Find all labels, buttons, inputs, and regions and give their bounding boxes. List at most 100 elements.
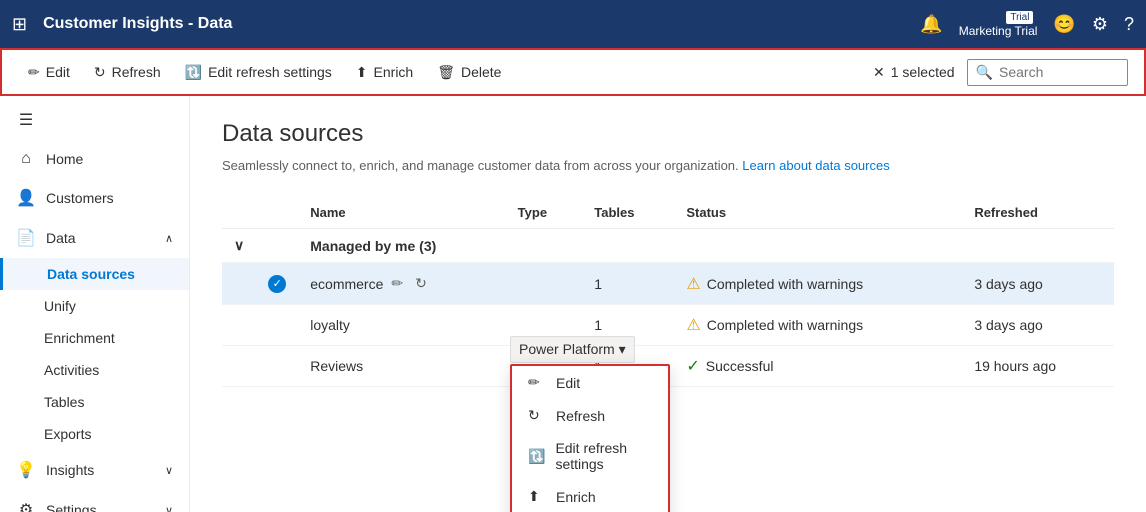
ctx-enrich-label: Enrich: [556, 489, 596, 505]
sidebar-item-activities[interactable]: Activities: [0, 354, 189, 386]
main-content: Data sources Seamlessly connect to, enri…: [190, 96, 1146, 512]
data-table: Name Type Tables Status Refreshed ∨ Mana…: [222, 197, 1114, 387]
check-icon: ✓: [268, 275, 286, 293]
col-status: Status: [674, 197, 962, 229]
delete-button[interactable]: 🗑 Delete: [427, 58, 511, 87]
grid-icon[interactable]: ⊞: [12, 14, 27, 35]
row3-expand: [222, 346, 256, 387]
home-icon: ⌂: [16, 150, 36, 168]
context-menu-edit-refresh-settings[interactable]: 🔃 Edit refresh settings: [512, 432, 668, 480]
refresh-icon: ↻: [94, 64, 106, 81]
sidebar-activities-label: Activities: [44, 362, 99, 378]
ctx-edit-refresh-label: Edit refresh settings: [555, 440, 652, 472]
edit-button[interactable]: ✏ Edit: [18, 58, 80, 87]
ctx-refresh-icon: ↻: [528, 407, 546, 424]
context-menu-container: Power Platform ▾ ✏ Edit ↻ Ref: [510, 336, 635, 363]
row2-name: loyalty: [298, 305, 505, 346]
sidebar-item-customers[interactable]: 👤 Customers: [0, 178, 189, 218]
search-input[interactable]: [999, 64, 1119, 80]
row3-refreshed: 19 hours ago: [962, 346, 1114, 387]
sidebar-data-label: Data: [46, 230, 76, 246]
context-menu-refresh[interactable]: ↻ Refresh: [512, 399, 668, 432]
settings-chevron-icon: ∨: [165, 504, 173, 512]
search-icon: 🔍: [976, 64, 993, 81]
context-menu-edit[interactable]: ✏ Edit: [512, 366, 668, 399]
sidebar-tables-label: Tables: [44, 394, 84, 410]
ctx-edit-icon: ✏: [528, 374, 546, 391]
ctx-refresh-label: Refresh: [556, 408, 605, 424]
context-menu-trigger[interactable]: Power Platform ▾: [510, 336, 635, 363]
sidebar-item-settings[interactable]: ⚙ Settings ∨: [0, 490, 189, 512]
table-row[interactable]: loyalty 1 ⚠ Completed with warnings 3 da…: [222, 305, 1114, 346]
col-name: Name: [298, 197, 505, 229]
sidebar-item-unify[interactable]: Unify: [0, 290, 189, 322]
ctx-enrich-icon: ⬆: [528, 488, 546, 505]
group-check-cell: [256, 229, 298, 263]
table-row[interactable]: ✓ ecommerce ✏ ↻ Power Platform ▾: [222, 263, 1114, 305]
row3-name: Reviews: [298, 346, 505, 387]
data-chevron-icon: ∧: [165, 232, 173, 245]
table-group-header: ∨ Managed by me (3): [222, 229, 1114, 263]
sidebar-customers-label: Customers: [46, 190, 114, 206]
toolbar: ✏ Edit ↻ Refresh 🔃 Edit refresh settings…: [0, 48, 1146, 96]
edit-label: Edit: [46, 64, 70, 80]
app-title: Customer Insights - Data: [43, 15, 912, 33]
customers-icon: 👤: [16, 188, 36, 208]
close-selected-icon[interactable]: ✕: [873, 64, 885, 81]
group-chevron-cell[interactable]: ∨: [222, 229, 256, 263]
trial-name: Marketing Trial: [959, 24, 1038, 38]
sidebar-item-data-sources[interactable]: Data sources: [0, 258, 189, 290]
row1-check[interactable]: ✓: [256, 263, 298, 305]
settings-icon[interactable]: ⚙: [1092, 14, 1108, 35]
row3-status: ✓ Successful: [674, 346, 962, 387]
col-check: [256, 197, 298, 229]
delete-icon: 🗑: [437, 64, 455, 81]
row1-tables: 1: [582, 263, 674, 305]
row2-check[interactable]: [256, 305, 298, 346]
col-expand: [222, 197, 256, 229]
sidebar-unify-label: Unify: [44, 298, 76, 314]
sidebar-item-insights[interactable]: 💡 Insights ∨: [0, 450, 189, 490]
sidebar-hamburger[interactable]: ☰: [0, 100, 189, 140]
enrich-button[interactable]: ⬆ Enrich: [346, 58, 423, 87]
toolbar-right: ✕ 1 selected 🔍: [873, 59, 1128, 86]
sidebar: ☰ ⌂ Home 👤 Customers 📄 Data ∧ Data sourc…: [0, 96, 190, 512]
ctx-edit-refresh-icon: 🔃: [528, 448, 545, 465]
sidebar-exports-label: Exports: [44, 426, 91, 442]
sidebar-item-tables[interactable]: Tables: [0, 386, 189, 418]
context-menu: ✏ Edit ↻ Refresh 🔃 Edit: [510, 364, 670, 512]
row3-check[interactable]: [256, 346, 298, 387]
selected-badge: ✕ 1 selected: [873, 64, 955, 81]
row2-status: ⚠ Completed with warnings: [674, 305, 962, 346]
sidebar-insights-label: Insights: [46, 462, 94, 478]
group-label: Managed by me (3): [298, 229, 1114, 263]
row2-expand: [222, 305, 256, 346]
refresh-button[interactable]: ↻ Refresh: [84, 58, 171, 87]
learn-more-link[interactable]: Learn about data sources: [742, 158, 889, 173]
help-icon[interactable]: ?: [1124, 14, 1134, 35]
context-menu-enrich[interactable]: ⬆ Enrich: [512, 480, 668, 512]
warning-icon-2: ⚠: [686, 315, 700, 335]
row1-expand: [222, 263, 256, 305]
row1-name: ecommerce ✏ ↻ Power Platform ▾ ✏: [298, 263, 505, 305]
sidebar-enrichment-label: Enrichment: [44, 330, 115, 346]
sidebar-item-data[interactable]: 📄 Data ∧: [0, 218, 189, 258]
row1-refresh-btn[interactable]: ↻: [411, 273, 431, 294]
top-nav: ⊞ Customer Insights - Data 🔔 Trial Marke…: [0, 0, 1146, 48]
sidebar-item-enrichment[interactable]: Enrichment: [0, 322, 189, 354]
edit-refresh-settings-label: Edit refresh settings: [208, 64, 332, 80]
sidebar-settings-label: Settings: [46, 502, 97, 512]
sidebar-item-exports[interactable]: Exports: [0, 418, 189, 450]
hamburger-icon: ☰: [16, 110, 36, 130]
sidebar-item-home[interactable]: ⌂ Home: [0, 140, 189, 178]
notification-icon[interactable]: 🔔: [920, 14, 942, 35]
ctx-edit-label: Edit: [556, 375, 580, 391]
search-box[interactable]: 🔍: [967, 59, 1128, 86]
row1-edit-btn[interactable]: ✏: [387, 273, 407, 294]
user-icon[interactable]: 😊: [1053, 14, 1075, 35]
edit-refresh-settings-button[interactable]: 🔃 Edit refresh settings: [175, 58, 342, 87]
insights-chevron-icon: ∨: [165, 464, 173, 477]
top-nav-right: 🔔 Trial Marketing Trial 😊 ⚙ ?: [920, 11, 1134, 38]
insights-icon: 💡: [16, 460, 36, 480]
trial-badge: Trial: [1006, 11, 1033, 24]
